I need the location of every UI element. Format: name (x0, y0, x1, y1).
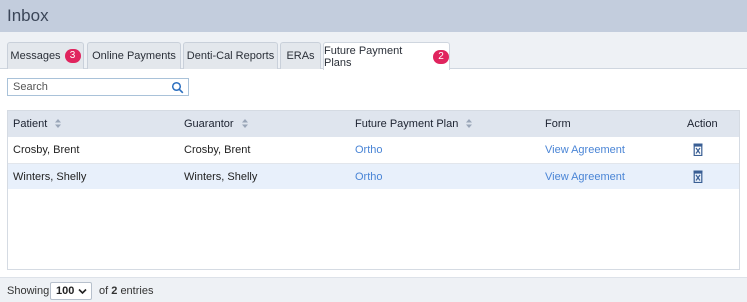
patient-cell: Crosby, Brent (13, 144, 80, 156)
sort-icon[interactable] (241, 119, 248, 128)
tab-future-payment-plans[interactable]: Future Payment Plans 2 (323, 42, 450, 70)
plan-link[interactable]: Ortho (355, 171, 383, 183)
guarantor-cell: Winters, Shelly (184, 171, 258, 183)
entries-summary: of 2 entries (99, 285, 153, 297)
tab-online-payments[interactable]: Online Payments (87, 42, 181, 69)
column-header-guarantor[interactable]: Guarantor (184, 118, 248, 130)
tab-eras[interactable]: ERAs (280, 42, 321, 69)
sort-icon[interactable] (466, 119, 473, 128)
tab-label: Future Payment Plans (324, 44, 403, 69)
column-header-action: Action (687, 118, 718, 130)
tab-messages[interactable]: Messages 3 (7, 42, 84, 69)
tab-label: Online Payments (92, 50, 176, 62)
chevron-down-icon (78, 288, 87, 295)
search-placeholder: Search (13, 81, 48, 93)
title-bar: Inbox (0, 0, 747, 32)
tab-denti-cal-reports[interactable]: Denti-Cal Reports (183, 42, 278, 69)
tab-badge: 3 (64, 49, 81, 63)
page-size-value: 100 (56, 285, 75, 297)
payment-plans-table: Patient Guarantor Future Payment Plan Fo… (7, 110, 740, 270)
column-header-plan[interactable]: Future Payment Plan (355, 118, 473, 130)
search-icon[interactable] (171, 81, 184, 94)
delete-icon[interactable] (693, 170, 703, 183)
search-input[interactable]: Search (7, 78, 189, 96)
column-header-patient[interactable]: Patient (13, 118, 62, 130)
tab-badge: 2 (433, 49, 449, 64)
delete-icon[interactable] (693, 143, 703, 156)
column-label: Guarantor (184, 118, 234, 130)
guarantor-cell: Crosby, Brent (184, 144, 251, 156)
table-row: Winters, Shelly Winters, Shelly Ortho Vi… (8, 163, 739, 189)
view-agreement-link[interactable]: View Agreement (545, 144, 625, 156)
table-row: Crosby, Brent Crosby, Brent Ortho View A… (8, 137, 739, 163)
of-label: of (99, 285, 109, 297)
showing-label: Showing (7, 285, 50, 297)
table-footer: Showing 100 of 2 entries (0, 277, 747, 302)
sort-icon[interactable] (55, 119, 62, 128)
patient-cell: Winters, Shelly (13, 171, 87, 183)
tab-strip: Messages 3 Online Payments Denti-Cal Rep… (0, 32, 747, 70)
tab-label: Messages (10, 50, 61, 62)
tab-label: ERAs (286, 50, 315, 62)
column-label: Patient (13, 118, 48, 130)
column-header-form: Form (545, 118, 571, 130)
page-title: Inbox (7, 6, 49, 25)
table-header: Patient Guarantor Future Payment Plan Fo… (8, 111, 739, 137)
entry-count: 2 (111, 285, 118, 297)
column-label: Future Payment Plan (355, 118, 459, 130)
plan-link[interactable]: Ortho (355, 144, 383, 156)
page-size-select[interactable]: 100 (50, 282, 92, 300)
tab-label: Denti-Cal Reports (186, 50, 275, 62)
view-agreement-link[interactable]: View Agreement (545, 171, 625, 183)
entries-label: entries (120, 285, 154, 297)
